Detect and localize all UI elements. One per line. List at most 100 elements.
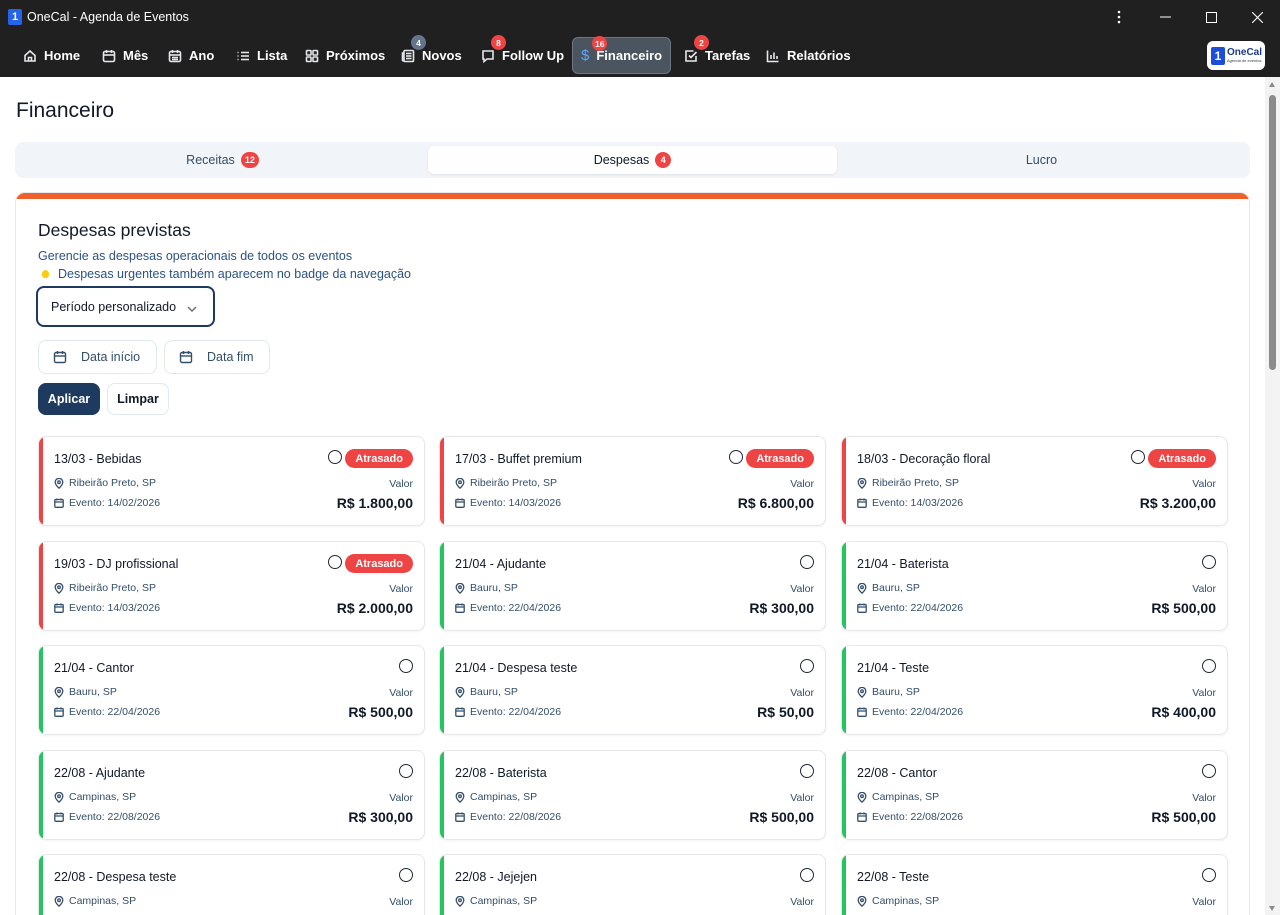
- expense-title: 17/03 - Buffet premium: [455, 452, 582, 466]
- expense-card[interactable]: 22/08 - Baterista Campinas, SP Evento: 22/…: [439, 750, 826, 840]
- panel-description: Gerencie as despesas operacionais de tod…: [38, 249, 353, 263]
- map-pin-icon: [54, 582, 64, 594]
- calendar-icon: [857, 498, 867, 508]
- mark-paid-checkbox[interactable]: [729, 450, 743, 464]
- scroll-down-icon[interactable]: [1269, 906, 1275, 911]
- expenses-panel: Despesas previstas Gerencie as despesas …: [15, 192, 1250, 915]
- mark-paid-checkbox[interactable]: [399, 659, 413, 673]
- expense-location-text: Ribeirão Preto, SP: [69, 582, 156, 594]
- expense-value: R$ 2.000,00: [336, 600, 413, 616]
- expense-event-date-text: Evento: 22/04/2026: [69, 706, 161, 718]
- expense-event-date: Evento: 14/03/2026: [54, 602, 160, 614]
- apply-button[interactable]: Aplicar: [38, 383, 100, 415]
- expense-location: Bauru, SP: [455, 582, 518, 594]
- expense-event-date: Evento: 22/04/2026: [54, 706, 160, 718]
- tab-label: Receitas: [186, 153, 235, 167]
- map-pin-icon: [455, 895, 465, 907]
- nav-item-financeiro[interactable]: $ Financeiro 16: [572, 36, 671, 74]
- mark-paid-checkbox[interactable]: [328, 555, 342, 569]
- nav-item-novos[interactable]: Novos 4: [393, 35, 470, 74]
- close-button[interactable]: [1234, 0, 1280, 34]
- expense-location-text: Bauru, SP: [470, 686, 518, 698]
- expense-card[interactable]: 21/04 - Cantor Bauru, SP Evento: 22/04/202…: [38, 645, 425, 735]
- nav-label: Mês: [123, 48, 149, 63]
- tab-despesas[interactable]: Despesas 4: [428, 146, 837, 174]
- period-select[interactable]: Período personalizado: [36, 286, 215, 327]
- nav-item-ano[interactable]: Ano: [160, 37, 222, 74]
- expense-card[interactable]: 22/08 - Despesa teste Campinas, SP Valor: [38, 854, 425, 915]
- expense-card[interactable]: 18/03 - Decoração floral Atrasado Ribeirão…: [841, 436, 1228, 526]
- vertical-scrollbar[interactable]: [1265, 77, 1280, 915]
- tab-receitas[interactable]: Receitas 12: [18, 146, 427, 174]
- mark-paid-checkbox[interactable]: [800, 659, 814, 673]
- nav-label: Relatórios: [787, 48, 851, 63]
- status-color-bar: [39, 855, 43, 915]
- maximize-button[interactable]: [1188, 0, 1234, 34]
- value-label: Valor: [790, 896, 814, 908]
- minimize-button[interactable]: [1142, 0, 1188, 34]
- expense-card[interactable]: 13/03 - Bebidas Atrasado Ribeirão Preto, S…: [38, 436, 425, 526]
- map-pin-icon: [857, 895, 867, 907]
- expense-event-date: Evento: 14/02/2026: [54, 497, 160, 509]
- nav-item-proximos[interactable]: Próximos: [297, 37, 393, 74]
- expense-card[interactable]: 21/04 - Baterista Bauru, SP Evento: 22/04/…: [841, 541, 1228, 631]
- expense-card[interactable]: 22/08 - Cantor Campinas, SP Evento: 22/08/…: [841, 750, 1228, 840]
- clear-button[interactable]: Limpar: [107, 383, 169, 415]
- nav-item-tarefas[interactable]: Tarefas 2: [676, 35, 758, 74]
- value-label: Valor: [1192, 896, 1216, 908]
- expense-title: 22/08 - Ajudante: [54, 766, 146, 780]
- expense-card[interactable]: 22/08 - Ajudante Campinas, SP Evento: 22/0…: [38, 750, 425, 840]
- expense-card[interactable]: 21/04 - Despesa teste Bauru, SP Evento: 22…: [439, 645, 826, 735]
- mark-paid-checkbox[interactable]: [399, 764, 413, 778]
- app-logo-icon: 1: [8, 9, 22, 25]
- more-options-icon[interactable]: [1096, 0, 1142, 34]
- mark-paid-checkbox[interactable]: [1202, 764, 1216, 778]
- brand-logo[interactable]: 1 OneCal Agenda de eventos: [1207, 41, 1265, 70]
- expense-event-date: Evento: 22/04/2026: [455, 602, 561, 614]
- scroll-thumb[interactable]: [1269, 95, 1276, 370]
- value-label: Valor: [790, 792, 814, 804]
- mark-paid-checkbox[interactable]: [328, 450, 342, 464]
- nav-item-lista[interactable]: Lista: [228, 37, 295, 74]
- mark-paid-checkbox[interactable]: [399, 868, 413, 882]
- mark-paid-checkbox[interactable]: [800, 764, 814, 778]
- mark-paid-checkbox[interactable]: [800, 868, 814, 882]
- expense-location: Campinas, SP: [54, 895, 136, 907]
- calendar-icon: [102, 49, 116, 63]
- calendar-icon: [455, 498, 465, 508]
- expense-card[interactable]: 19/03 - DJ profissional Atrasado Ribeirão …: [38, 541, 425, 631]
- brand-mark-icon: 1: [1211, 46, 1225, 65]
- status-color-bar: [39, 751, 43, 839]
- expense-card[interactable]: 21/04 - Teste Bauru, SP Evento: 22/04/2026…: [841, 645, 1228, 735]
- nav-item-relatorios[interactable]: Relatórios: [758, 37, 859, 74]
- list-icon: [236, 49, 250, 63]
- expense-location: Ribeirão Preto, SP: [857, 477, 959, 489]
- mark-paid-checkbox[interactable]: [1202, 659, 1216, 673]
- mark-paid-checkbox[interactable]: [1131, 450, 1145, 464]
- calendar-icon: [455, 603, 465, 613]
- expense-card[interactable]: 21/04 - Ajudante Bauru, SP Evento: 22/04/2…: [439, 541, 826, 631]
- expense-card[interactable]: 17/03 - Buffet premium Atrasado Ribeirão P…: [439, 436, 826, 526]
- value-label: Valor: [389, 792, 413, 804]
- date-start-picker[interactable]: Data início: [38, 340, 157, 374]
- expense-event-date-text: Evento: 22/08/2026: [470, 811, 562, 823]
- mark-paid-checkbox[interactable]: [1202, 555, 1216, 569]
- expense-title: 21/04 - Ajudante: [455, 557, 547, 571]
- value-label: Valor: [790, 583, 814, 595]
- date-end-picker[interactable]: Data fim: [164, 340, 270, 374]
- expense-location-text: Campinas, SP: [69, 791, 137, 803]
- mark-paid-checkbox[interactable]: [800, 555, 814, 569]
- expense-card[interactable]: 22/08 - Teste Campinas, SP Valor: [841, 854, 1228, 915]
- nav-item-mes[interactable]: Mês: [94, 37, 156, 74]
- calendar-icon: [455, 812, 465, 822]
- calendar-icon: [54, 707, 64, 717]
- nav-item-home[interactable]: Home: [15, 37, 88, 74]
- expense-location-text: Bauru, SP: [69, 686, 117, 698]
- tab-lucro[interactable]: Lucro: [837, 146, 1246, 174]
- value-label: Valor: [389, 478, 413, 490]
- expense-card[interactable]: 22/08 - Jejejen Campinas, SP Valor: [439, 854, 826, 915]
- scroll-up-icon[interactable]: [1269, 82, 1275, 87]
- expense-event-date: Evento: 14/03/2026: [857, 497, 963, 509]
- mark-paid-checkbox[interactable]: [1202, 868, 1216, 882]
- nav-item-follow-up[interactable]: Follow Up 8: [473, 35, 572, 74]
